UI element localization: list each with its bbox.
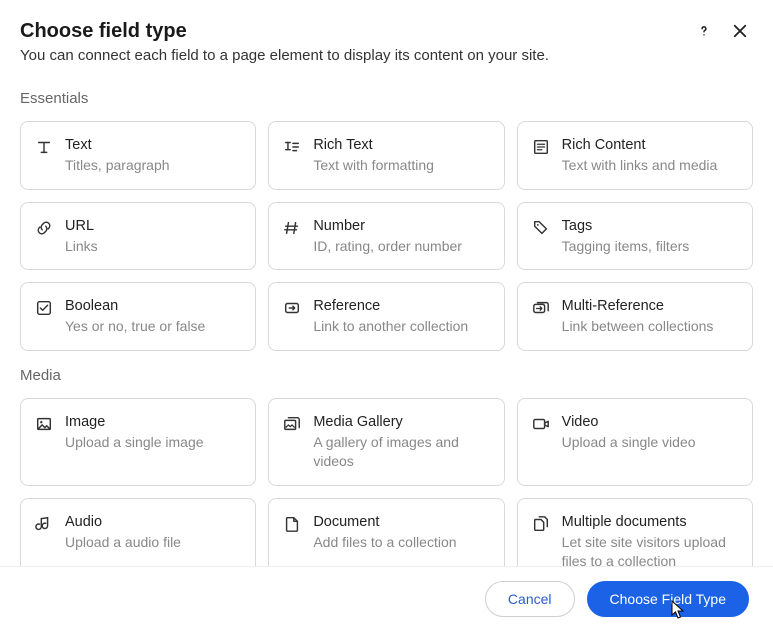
field-type-description: Let site site visitors upload files to a… xyxy=(562,533,738,566)
field-type-description: Tagging items, filters xyxy=(562,237,738,256)
field-type-description: Link to another collection xyxy=(313,317,489,336)
field-type-card-audio[interactable]: AudioUpload a audio file xyxy=(20,498,256,566)
multiple-documents-icon xyxy=(532,515,550,533)
field-type-card-multiple-documents[interactable]: Multiple documentsLet site site visitors… xyxy=(517,498,753,566)
field-type-card-number[interactable]: NumberID, rating, order number xyxy=(268,202,504,271)
boolean-icon xyxy=(35,299,53,317)
rich-text-icon xyxy=(283,138,301,156)
field-type-card-tags[interactable]: TagsTagging items, filters xyxy=(517,202,753,271)
field-type-title: URL xyxy=(65,217,241,236)
text-icon xyxy=(35,138,53,156)
media-gallery-icon xyxy=(283,415,301,433)
field-type-card-image[interactable]: ImageUpload a single image xyxy=(20,398,256,486)
choose-field-type-button[interactable]: Choose Field Type xyxy=(587,581,749,617)
tags-icon xyxy=(532,219,550,237)
rich-content-icon xyxy=(532,138,550,156)
field-type-title: Document xyxy=(313,513,489,532)
field-type-title: Video xyxy=(562,413,738,432)
field-type-description: Upload a audio file xyxy=(65,533,241,552)
field-type-card-rich-content[interactable]: Rich ContentText with links and media xyxy=(517,121,753,190)
audio-icon xyxy=(35,515,53,533)
field-type-card-media-gallery[interactable]: Media GalleryA gallery of images and vid… xyxy=(268,398,504,486)
field-type-title: Media Gallery xyxy=(313,413,489,432)
field-type-title: Multi-Reference xyxy=(562,297,738,316)
field-type-description: Titles, paragraph xyxy=(65,156,241,175)
field-type-title: Boolean xyxy=(65,297,241,316)
field-type-description: Link between collections xyxy=(562,317,738,336)
field-type-description: Links xyxy=(65,237,241,256)
field-type-title: Rich Content xyxy=(562,136,738,155)
section-label: Essentials xyxy=(20,90,753,107)
field-type-card-text[interactable]: TextTitles, paragraph xyxy=(20,121,256,190)
image-icon xyxy=(35,415,53,433)
field-type-title: Text xyxy=(65,136,241,155)
field-type-card-rich-text[interactable]: Rich TextText with formatting xyxy=(268,121,504,190)
number-icon xyxy=(283,219,301,237)
field-type-card-url[interactable]: URLLinks xyxy=(20,202,256,271)
field-type-list[interactable]: EssentialsTextTitles, paragraphRich Text… xyxy=(0,72,773,566)
close-icon[interactable] xyxy=(731,22,749,40)
reference-icon xyxy=(283,299,301,317)
field-type-description: Add files to a collection xyxy=(313,533,489,552)
field-type-card-document[interactable]: DocumentAdd files to a collection xyxy=(268,498,504,566)
document-icon xyxy=(283,515,301,533)
field-type-card-reference[interactable]: ReferenceLink to another collection xyxy=(268,282,504,351)
field-type-description: ID, rating, order number xyxy=(313,237,489,256)
section-label: Media xyxy=(20,367,753,384)
field-type-description: A gallery of images and videos xyxy=(313,433,489,471)
field-type-card-video[interactable]: VideoUpload a single video xyxy=(517,398,753,486)
video-icon xyxy=(532,415,550,433)
help-icon[interactable] xyxy=(695,22,713,40)
field-type-description: Text with formatting xyxy=(313,156,489,175)
multi-reference-icon xyxy=(532,299,550,317)
url-icon xyxy=(35,219,53,237)
dialog-title: Choose field type xyxy=(20,20,695,43)
dialog-subtitle: You can connect each field to a page ele… xyxy=(20,47,695,64)
cancel-button[interactable]: Cancel xyxy=(485,581,575,617)
field-type-description: Upload a single video xyxy=(562,433,738,452)
field-type-description: Text with links and media xyxy=(562,156,738,175)
field-type-description: Yes or no, true or false xyxy=(65,317,241,336)
field-type-title: Multiple documents xyxy=(562,513,738,532)
field-type-title: Audio xyxy=(65,513,241,532)
field-type-title: Image xyxy=(65,413,241,432)
field-type-title: Reference xyxy=(313,297,489,316)
field-type-card-boolean[interactable]: BooleanYes or no, true or false xyxy=(20,282,256,351)
field-type-title: Number xyxy=(313,217,489,236)
field-type-title: Tags xyxy=(562,217,738,236)
field-type-card-multi-reference[interactable]: Multi-ReferenceLink between collections xyxy=(517,282,753,351)
field-type-description: Upload a single image xyxy=(65,433,241,452)
field-type-title: Rich Text xyxy=(313,136,489,155)
